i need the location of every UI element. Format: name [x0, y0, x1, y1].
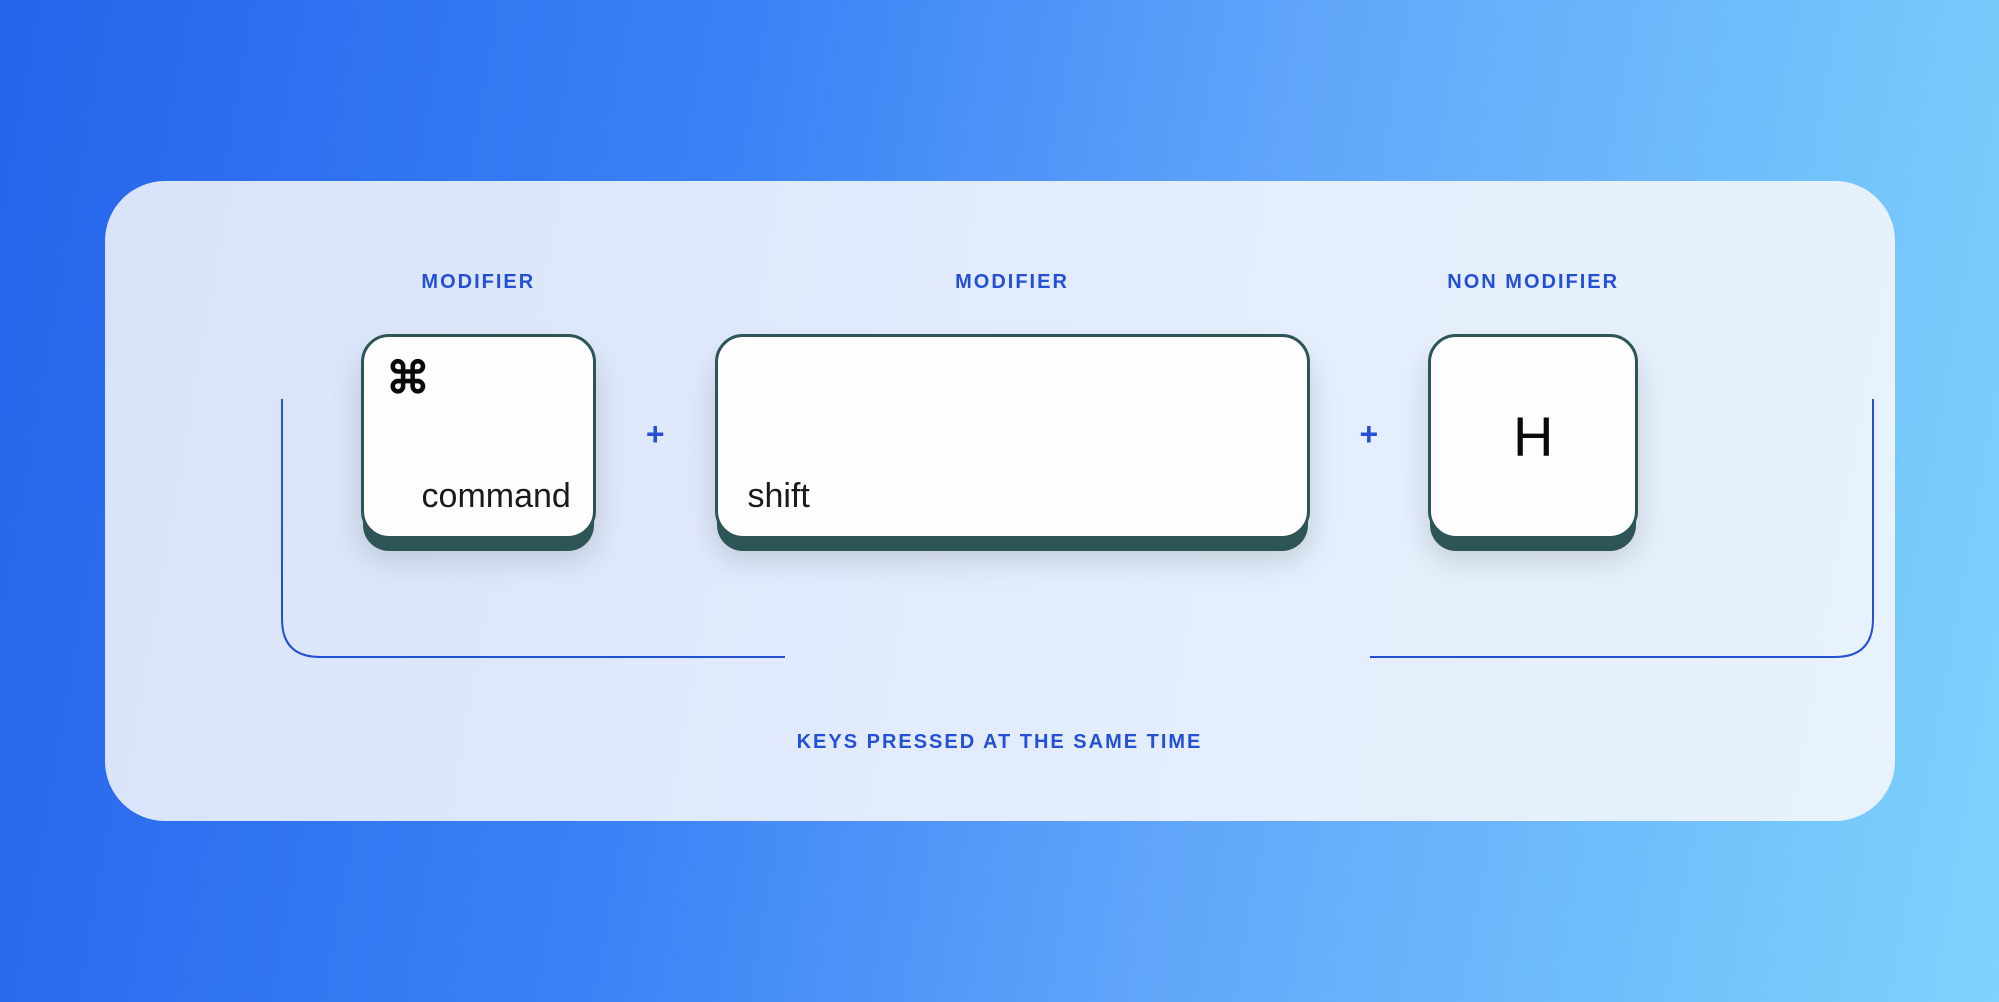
modifier-label-1: MODIFIER [421, 271, 535, 294]
non-modifier-label: NON MODIFIER [1447, 271, 1619, 294]
bracket-container: KEYS PRESSED AT THE SAME TIME [185, 644, 1815, 744]
modifier-label-2: MODIFIER [955, 271, 1069, 294]
caption-text: KEYS PRESSED AT THE SAME TIME [185, 731, 1815, 754]
command-icon: ⌘ [386, 357, 571, 401]
bracket-svg [280, 399, 1875, 659]
diagram-panel: MODIFIER ⌘ command + MODIFIER shift + NO… [105, 181, 1895, 821]
